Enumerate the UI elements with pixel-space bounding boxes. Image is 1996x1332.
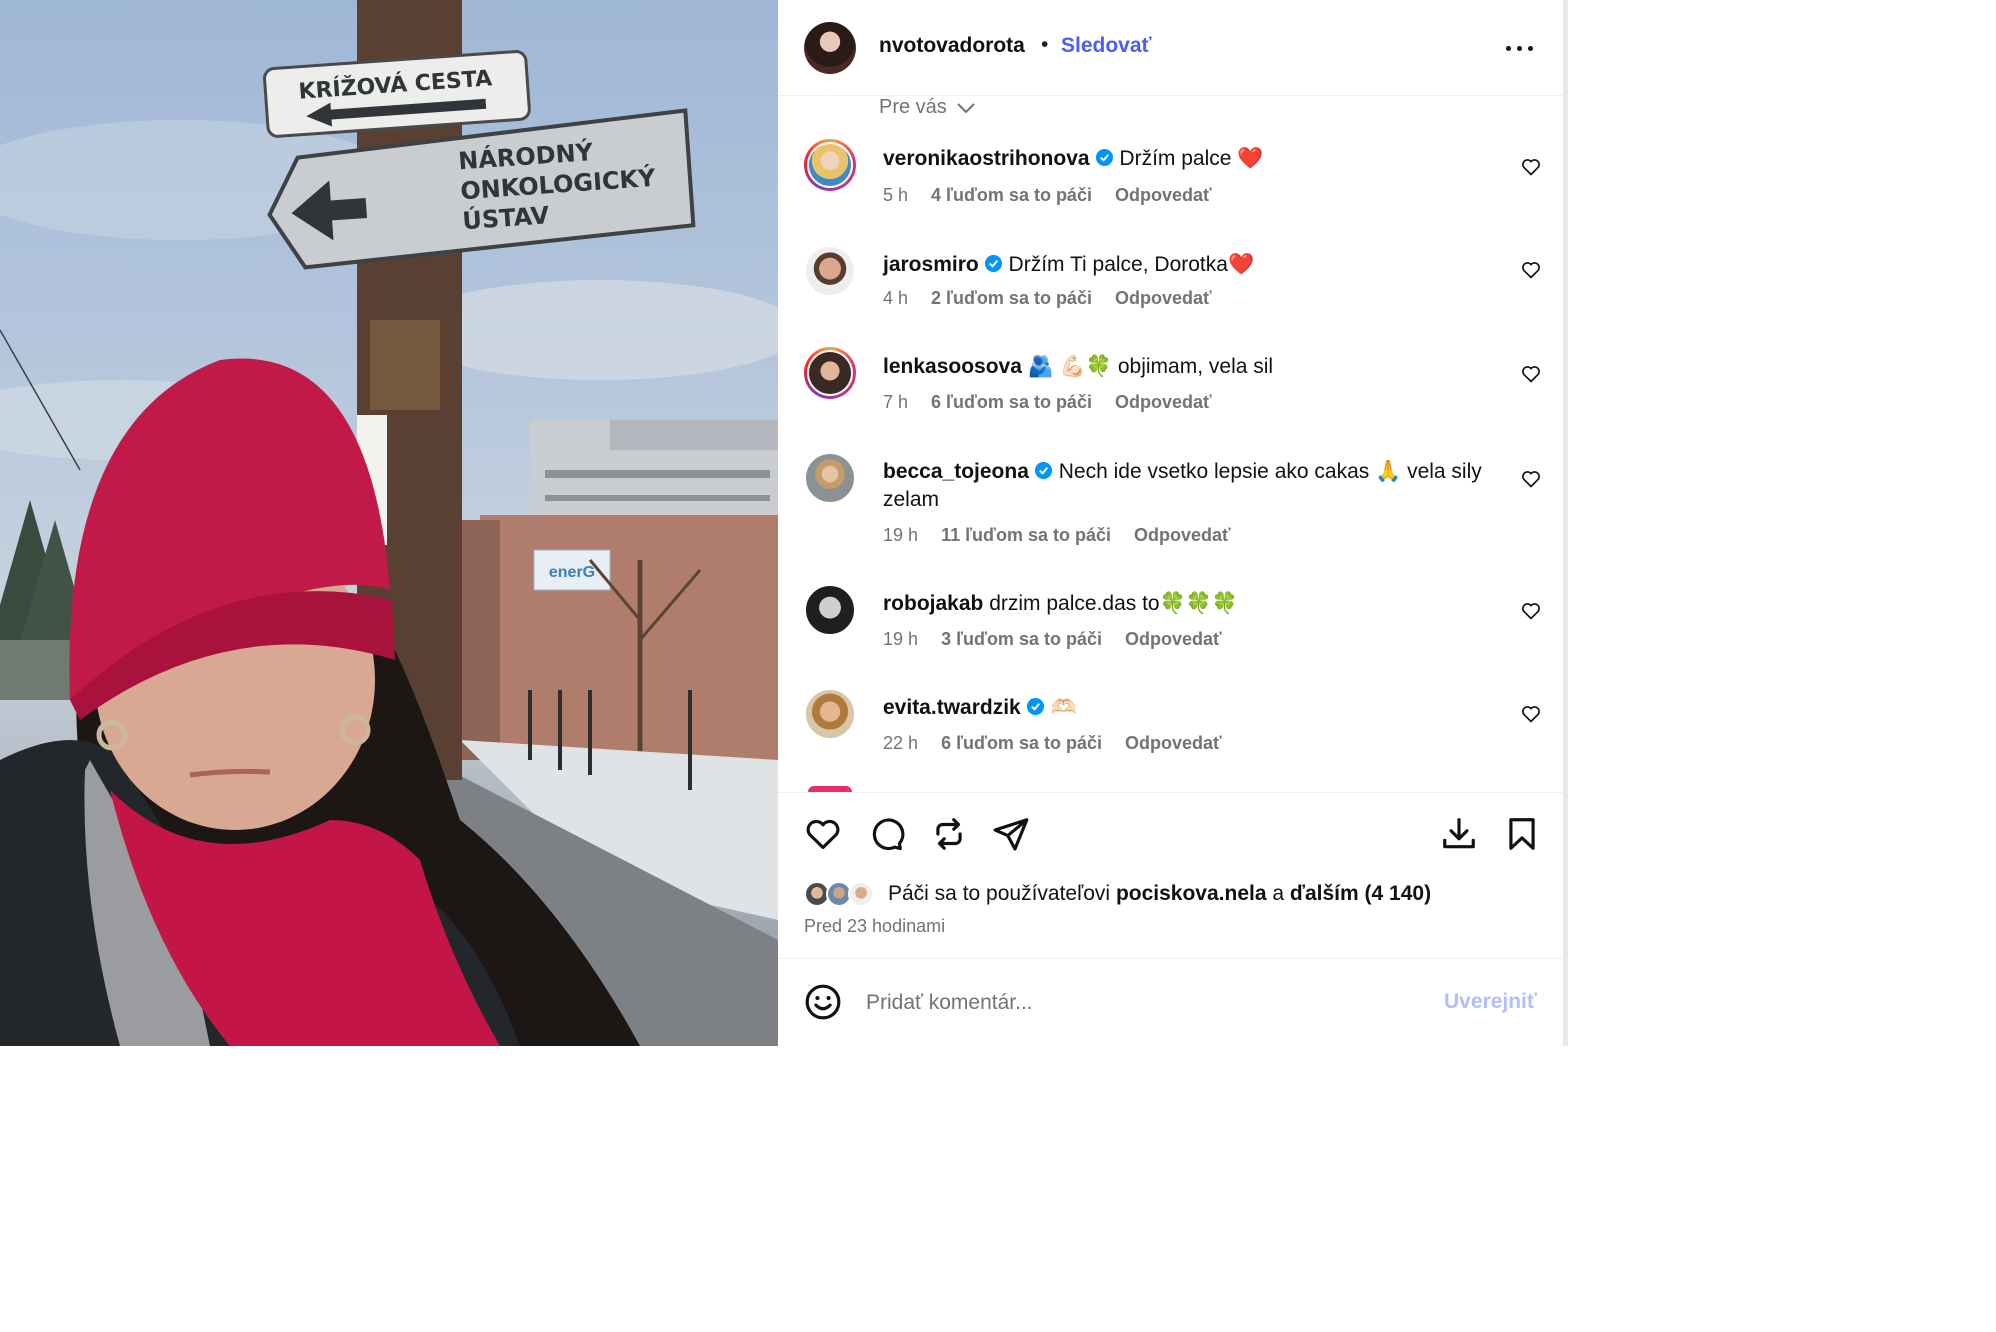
- separator-dot: •: [1041, 33, 1049, 56]
- commenter-avatar[interactable]: [804, 139, 856, 191]
- comment-time: 19 h: [883, 525, 919, 545]
- comment-username[interactable]: evita.twardzik: [883, 696, 1021, 719]
- reply-button[interactable]: Odpovedať: [1134, 525, 1231, 545]
- scrollbar-track[interactable]: [1563, 0, 1568, 1046]
- commenter-avatar[interactable]: [804, 245, 856, 297]
- sign-krizova-cesta: KRÍŽOVÁ CESTA: [263, 50, 531, 138]
- chevron-down-icon: [957, 103, 976, 114]
- building-logo: enerG: [549, 564, 595, 581]
- verified-badge-icon: [1026, 697, 1044, 716]
- post-comment-button[interactable]: Uverejniť: [1444, 990, 1537, 1014]
- verified-badge-icon: [1095, 148, 1113, 167]
- comment-likes-count[interactable]: 3 ľuďom sa to páči: [941, 629, 1102, 649]
- likes-summary: Páči sa to používateľovi pociskova.nela …: [888, 882, 1431, 906]
- comment-username[interactable]: lenkasoosova: [883, 355, 1022, 378]
- verified-badge-icon: [984, 254, 1002, 273]
- comment-like-heart-icon[interactable]: [1521, 364, 1541, 384]
- comment-filter-label: Pre vás: [879, 96, 947, 118]
- commenter-avatar[interactable]: [804, 452, 856, 504]
- comment-text: Držím Ti palce, Dorotka❤️: [1008, 253, 1255, 276]
- post-timestamp[interactable]: Pred 23 hodinami: [804, 916, 945, 937]
- comment-like-heart-icon[interactable]: [1521, 601, 1541, 621]
- commenter-avatar[interactable]: [804, 347, 856, 399]
- comment-likes-count[interactable]: 11 ľuďom sa to páči: [941, 525, 1111, 545]
- comment-time: 7 h: [883, 392, 909, 412]
- comment-time: 4 h: [883, 288, 909, 308]
- send-icon[interactable]: [992, 815, 1030, 853]
- comment-likes-count[interactable]: 2 ľuďom sa to páči: [931, 288, 1092, 308]
- comment-like-heart-icon[interactable]: [1521, 157, 1541, 177]
- author-avatar[interactable]: [804, 22, 856, 74]
- comment-icon[interactable]: [867, 815, 905, 853]
- comment-username[interactable]: becca_tojeona: [883, 460, 1029, 483]
- bookmark-icon[interactable]: [1503, 815, 1541, 853]
- post-detail-panel: nvotovadorota • Sledovať Pre vás veronik…: [778, 0, 1563, 1046]
- repost-icon[interactable]: [930, 815, 968, 853]
- comment-text: 🫂 💪🏻🍀 objimam, vela sil: [1027, 355, 1274, 378]
- sign-onkologicky-ustav: NÁRODNÝ ONKOLOGICKÝ ÚSTAV: [267, 108, 696, 270]
- comment-text: drzim palce.das to🍀🍀🍀: [989, 592, 1239, 615]
- comment-composer: Uverejniť: [778, 958, 1563, 1046]
- comment-username[interactable]: jarosmiro: [883, 253, 979, 276]
- reply-button[interactable]: Odpovedať: [1115, 392, 1212, 412]
- comment-like-heart-icon[interactable]: [1521, 704, 1541, 724]
- follow-button[interactable]: Sledovať: [1061, 34, 1152, 58]
- comment-likes-count[interactable]: 6 ľuďom sa to páči: [931, 392, 1092, 412]
- reply-button[interactable]: Odpovedať: [1125, 733, 1222, 753]
- comment-likes-count[interactable]: 4 ľuďom sa to páči: [931, 185, 1092, 205]
- comment-like-heart-icon[interactable]: [1521, 469, 1541, 489]
- comment-time: 5 h: [883, 185, 909, 205]
- heart-icon[interactable]: [804, 815, 842, 853]
- more-options-icon[interactable]: [1506, 30, 1534, 64]
- comment-time: 19 h: [883, 629, 919, 649]
- reply-button[interactable]: Odpovedať: [1125, 629, 1222, 649]
- post-photo: enerG KRÍŽOVÁ CESTA NÁRODNÝ ONKOLOGICKÝ …: [0, 0, 778, 1046]
- comment-input[interactable]: [866, 985, 1426, 1021]
- reply-button[interactable]: Odpovedať: [1115, 288, 1212, 308]
- post-photo-scene: enerG KRÍŽOVÁ CESTA NÁRODNÝ ONKOLOGICKÝ …: [0, 0, 778, 1046]
- author-username[interactable]: nvotovadorota: [879, 34, 1025, 58]
- comment-likes-count[interactable]: 6 ľuďom sa to páči: [941, 733, 1102, 753]
- comment-username[interactable]: robojakab: [883, 592, 983, 615]
- liker-username[interactable]: pociskova.nela: [1116, 882, 1267, 905]
- comment-time: 22 h: [883, 733, 919, 753]
- commenter-avatar[interactable]: [804, 688, 856, 740]
- post-header: nvotovadorota • Sledovať: [778, 0, 1563, 96]
- likes-others-count[interactable]: ďalším (4 140): [1290, 882, 1431, 905]
- comment-filter-dropdown[interactable]: Pre vás: [879, 96, 976, 119]
- comment-username[interactable]: veronikaostrihonova: [883, 147, 1090, 170]
- emoji-icon[interactable]: [804, 983, 842, 1021]
- comment-like-heart-icon[interactable]: [1521, 260, 1541, 280]
- comment-text: Držím palce ❤️: [1119, 147, 1264, 170]
- reply-button[interactable]: Odpovedať: [1115, 185, 1212, 205]
- post-actions: Páči sa to používateľovi pociskova.nela …: [778, 792, 1563, 960]
- likes-prefix: Páči sa to používateľovi: [888, 882, 1111, 905]
- comment-text: 🫶🏻: [1050, 696, 1077, 719]
- download-icon[interactable]: [1440, 815, 1478, 853]
- verified-badge-icon: [1034, 461, 1052, 480]
- commenter-avatar[interactable]: [804, 584, 856, 636]
- likes-connector: a: [1272, 882, 1285, 905]
